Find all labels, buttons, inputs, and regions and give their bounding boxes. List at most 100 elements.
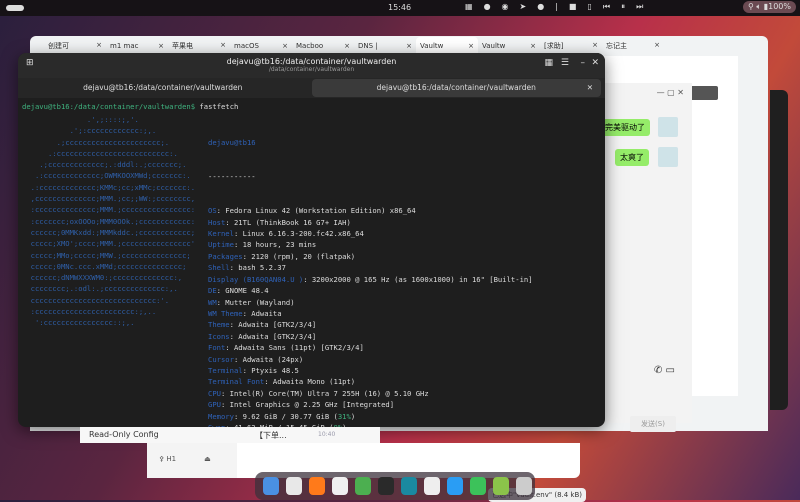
dock-app-icon[interactable] — [424, 477, 440, 495]
info-label: Memory — [208, 411, 234, 421]
browser-tab[interactable]: 忘记主 × — [602, 41, 664, 51]
terminal-tab[interactable]: dejavu@tb16:/data/container/vaultwarden — [18, 78, 308, 98]
tab-label: 创建可 — [48, 42, 69, 50]
dock-app-icon[interactable] — [378, 477, 394, 495]
info-label: Shell — [208, 263, 230, 273]
call-icons[interactable]: ✆ ▭ — [654, 365, 675, 376]
info-value: : Adwaita [GTK2/3/4] — [229, 331, 317, 341]
info-value: : Fedora Linux 42 (Workstation Edition) … — [216, 206, 416, 216]
info-line: Font: Adwaita Sans (11pt) [GTK2/3/4] — [208, 342, 533, 353]
tray-icon[interactable]: ▦ — [465, 2, 473, 12]
close-tab-icon[interactable]: × — [282, 42, 288, 50]
clock[interactable]: 15:46 — [388, 3, 411, 12]
info-value: : GNOME 48.4 — [216, 286, 269, 296]
dock-app-icon[interactable] — [401, 477, 417, 495]
info-label: Cursor — [208, 354, 234, 364]
battery-level: 100% — [768, 2, 791, 11]
dock-app-icon[interactable] — [263, 477, 279, 495]
info-value: : Adwaita Sans (11pt) [GTK2/3/4] — [225, 343, 364, 353]
info-line: OS: Fedora Linux 42 (Workstation Edition… — [208, 205, 533, 216]
terminal-tab-active[interactable]: dejavu@tb16:/data/container/vaultwarden ✕ — [311, 79, 601, 97]
dock-app-icon[interactable] — [493, 477, 509, 495]
dock-app-icon[interactable] — [309, 477, 325, 495]
browser-tab[interactable]: Macboo × — [292, 42, 354, 50]
info-label: Terminal — [208, 365, 243, 375]
chat-preview[interactable]: 【下单... — [255, 430, 287, 441]
close-tab-icon[interactable]: × — [654, 41, 660, 51]
tab-label: DNS | — [358, 42, 378, 50]
tab-label: [求助] — [544, 42, 564, 50]
close-tab-icon[interactable]: × — [158, 42, 164, 50]
window-controls[interactable]: — ▢ ✕ — [657, 88, 684, 97]
menu-icon[interactable]: ☰ — [561, 58, 569, 68]
system-menu[interactable]: ⚲ 🔈︎ ▮100% — [742, 1, 796, 13]
info-label: WM — [208, 297, 217, 307]
read-only-config-row[interactable]: Read-Only Config 【下单... 10:40 — [80, 427, 380, 443]
info-line: Kernel: Linux 6.16.3-200.fc42.x86_64 — [208, 228, 533, 239]
info-label: CPU — [208, 388, 221, 398]
close-tab-icon[interactable]: × — [468, 42, 474, 50]
new-tab-icon[interactable]: ⊞ — [26, 58, 34, 68]
clipboard-icon[interactable]: ▯ — [587, 2, 591, 12]
browser-tab[interactable]: 创建可 × — [44, 41, 106, 51]
separator: ----------- — [208, 172, 256, 182]
eject-icon[interactable]: ⏏ — [204, 455, 211, 463]
avatar[interactable] — [658, 117, 678, 137]
dock-app-icon[interactable] — [286, 477, 302, 495]
avatar[interactable] — [658, 147, 678, 167]
browser-tab[interactable]: macOS × — [230, 42, 292, 50]
browser-tab[interactable]: [求助] × — [540, 41, 602, 51]
close-tab-icon[interactable]: × — [96, 41, 102, 51]
info-value: : 18 hours, 23 mins — [233, 240, 317, 250]
dock — [255, 472, 535, 500]
info-label: Display (B160QAN04.U ) — [208, 274, 304, 284]
browser-tab[interactable]: 苹果电 × — [168, 41, 230, 51]
close-tab-icon[interactable]: × — [344, 42, 350, 50]
dock-app-icon[interactable] — [470, 477, 486, 495]
info-value: : Intel(R) Core(TM) Ultra 7 255H (16) @ … — [220, 388, 429, 398]
info-label: Host — [208, 217, 226, 227]
close-tab-icon[interactable]: × — [220, 41, 226, 51]
browser-tab[interactable]: DNS | × — [354, 42, 416, 50]
info-label: OS — [208, 206, 217, 216]
tab-overview-icon[interactable]: ▦ — [544, 58, 553, 68]
dock-app-icon[interactable] — [332, 477, 348, 495]
minimize-icon[interactable]: – — [581, 58, 586, 68]
info-value: : 2120 (rpm), 20 (flatpak) — [242, 251, 356, 261]
system-info: dejavu@tb16 ----------- OS: Fedora Linux… — [208, 114, 533, 427]
close-tab-icon[interactable]: × — [530, 42, 536, 50]
send-button[interactable]: 发送(S) — [630, 416, 676, 432]
tray-icon[interactable]: ● — [537, 2, 544, 12]
terminal-output[interactable]: dejavu@tb16:/data/container/vaultwarden$… — [18, 98, 605, 427]
fedora-logo-ascii: .',;::::;,'. .';:cccccccccccc:;,. .;cccc… — [30, 115, 196, 328]
close-tab-icon[interactable]: × — [592, 41, 598, 51]
activities-button[interactable] — [6, 5, 24, 11]
browser-tab[interactable]: m1 mac × — [106, 42, 168, 50]
dock-app-icon[interactable] — [447, 477, 463, 495]
tray-icon[interactable]: ◉ — [502, 2, 509, 12]
dock-app-icon[interactable] — [355, 477, 371, 495]
media-next-icon[interactable]: ⏭ — [636, 2, 643, 12]
dock-app-icon[interactable] — [516, 477, 532, 495]
info-line: GPU: Intel Graphics @ 2.25 GHz [Integrat… — [208, 399, 533, 410]
close-icon[interactable]: ✕ — [591, 58, 599, 68]
tray-icon[interactable]: ■ — [569, 2, 577, 12]
media-prev-icon[interactable]: ⏮ — [603, 2, 610, 12]
tray-icon[interactable]: | — [555, 2, 558, 12]
close-tab-icon[interactable]: ✕ — [587, 79, 593, 97]
drive-item[interactable]: ⚴ H1 ⏏ — [159, 455, 211, 463]
browser-tab[interactable]: Vaultw × — [478, 42, 540, 50]
info-value: : 21TL (ThinkBook 16 G7+ IAH) — [225, 217, 351, 227]
info-value: : Ptyxis 48.5 — [242, 365, 299, 375]
media-pause-icon[interactable]: ⏸ — [621, 2, 625, 12]
user-host: dejavu@tb16 — [208, 137, 256, 147]
command: fastfetch — [195, 102, 239, 111]
info-value: : Adwaita — [242, 308, 282, 318]
info-line: Display (B160QAN04.U ): 3200x2000 @ 165 … — [208, 274, 533, 285]
info-value: : Adwaita [GTK2/3/4] — [229, 320, 317, 330]
telegram-icon[interactable]: ➤ — [520, 2, 527, 12]
wechat-tray-icon[interactable]: ● — [484, 2, 491, 12]
info-line: Terminal Font: Adwaita Mono (11pt) — [208, 376, 533, 387]
info-line: Memory: 9.62 GiB / 30.77 GiB (31%) — [208, 411, 533, 422]
close-tab-icon[interactable]: × — [406, 42, 412, 50]
